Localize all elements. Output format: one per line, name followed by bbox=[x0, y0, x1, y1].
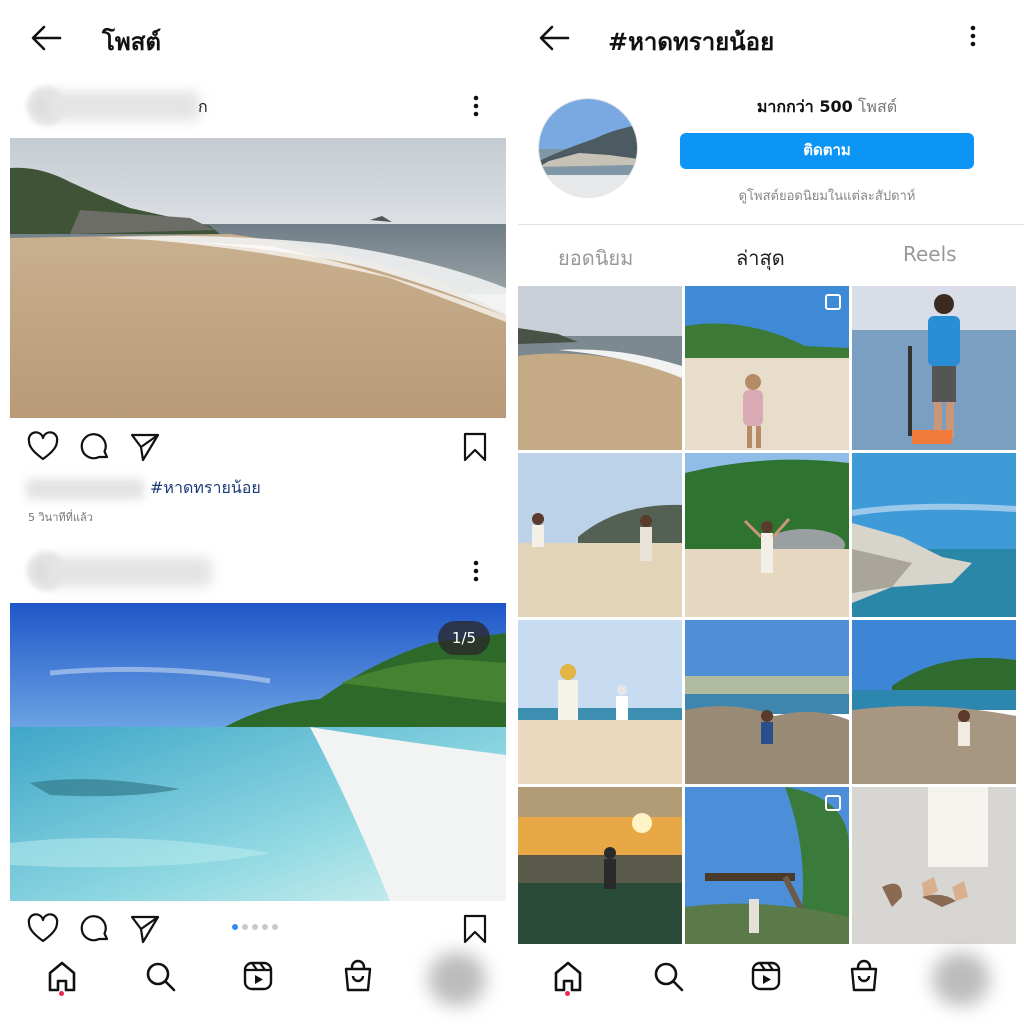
carousel-dot bbox=[232, 924, 238, 930]
comment-icon[interactable] bbox=[78, 430, 112, 464]
bookmark-icon[interactable] bbox=[458, 912, 492, 946]
reels-icon[interactable] bbox=[746, 956, 786, 996]
home-icon[interactable] bbox=[548, 956, 588, 996]
bottom-nav bbox=[512, 944, 1024, 1024]
notification-dot bbox=[59, 991, 64, 996]
share-send-icon[interactable] bbox=[128, 430, 162, 464]
hashtag-title: #หาดทรายน้อย bbox=[608, 28, 775, 56]
grid-photo[interactable] bbox=[852, 286, 1016, 450]
carousel-dot bbox=[262, 924, 268, 930]
grid-photo[interactable] bbox=[518, 787, 682, 951]
post-screen: โพสต์ ก #หาดทรายน้อย 5 วินาทีที่แล้ว 1/5 bbox=[0, 0, 512, 1024]
hashtag-post-count: มากกว่า 500 โพสต์ bbox=[680, 95, 974, 120]
multiple-photos-icon bbox=[825, 795, 841, 811]
grid-photo[interactable] bbox=[685, 286, 849, 450]
multiple-photos-icon bbox=[825, 294, 841, 310]
caption-username-blurred[interactable] bbox=[26, 478, 144, 499]
grid-photo[interactable] bbox=[518, 453, 682, 617]
more-options-icon[interactable] bbox=[466, 94, 486, 120]
more-options-icon[interactable] bbox=[963, 24, 983, 50]
carousel-dot bbox=[242, 924, 248, 930]
post-caption: #หาดทรายน้อย bbox=[26, 476, 261, 501]
grid-photo[interactable] bbox=[518, 286, 682, 450]
more-options-icon[interactable] bbox=[466, 559, 486, 585]
search-icon[interactable] bbox=[140, 956, 180, 996]
comment-icon[interactable] bbox=[78, 912, 112, 946]
post-header bbox=[0, 547, 512, 595]
username-blurred[interactable] bbox=[42, 91, 200, 121]
username-tail: ก bbox=[198, 97, 208, 116]
share-send-icon[interactable] bbox=[128, 912, 162, 946]
post-count-unit: โพสต์ bbox=[857, 97, 898, 116]
shop-icon[interactable] bbox=[338, 956, 378, 996]
grid-photo[interactable] bbox=[685, 453, 849, 617]
grid-photo[interactable] bbox=[685, 787, 849, 951]
tab-top[interactable]: ยอดนิยม bbox=[558, 242, 633, 274]
search-icon[interactable] bbox=[648, 956, 688, 996]
post-count-value: มากกว่า 500 bbox=[756, 97, 853, 116]
follow-note: ดูโพสต์ยอดนิยมในแต่ละสัปดาห์ bbox=[738, 189, 916, 204]
home-icon[interactable] bbox=[42, 956, 82, 996]
carousel-indicator bbox=[232, 924, 278, 930]
top-bar: #หาดทรายน้อย bbox=[512, 0, 1024, 76]
tab-reels[interactable]: Reels bbox=[903, 242, 957, 266]
tab-recent[interactable]: ล่าสุด bbox=[736, 242, 785, 274]
page-title: โพสต์ bbox=[102, 28, 161, 56]
post-header: ก bbox=[0, 82, 512, 130]
grid-photo[interactable] bbox=[685, 620, 849, 784]
back-arrow-icon[interactable] bbox=[536, 22, 572, 54]
grid-photo[interactable] bbox=[852, 620, 1016, 784]
like-heart-icon[interactable] bbox=[26, 430, 60, 464]
profile-avatar[interactable] bbox=[428, 952, 486, 1006]
grid-photo[interactable] bbox=[518, 620, 682, 784]
shop-icon[interactable] bbox=[844, 956, 884, 996]
profile-avatar[interactable] bbox=[932, 952, 990, 1006]
back-arrow-icon[interactable] bbox=[28, 22, 64, 54]
reels-icon[interactable] bbox=[238, 956, 278, 996]
notification-dot bbox=[565, 991, 570, 996]
username-blurred[interactable] bbox=[42, 557, 212, 587]
carousel-counter: 1/5 bbox=[438, 621, 490, 655]
bottom-nav bbox=[0, 944, 512, 1024]
post-photo[interactable] bbox=[10, 138, 506, 418]
post-timestamp: 5 วินาทีที่แล้ว bbox=[28, 511, 93, 524]
caption-hashtag-link[interactable]: #หาดทรายน้อย bbox=[150, 478, 261, 497]
grid-photo[interactable] bbox=[852, 787, 1016, 951]
hashtag-screen: #หาดทรายน้อย มากกว่า 500 โพสต์ ติดตาม ดู… bbox=[512, 0, 1024, 1024]
grid-photo[interactable] bbox=[852, 453, 1016, 617]
divider bbox=[518, 224, 1024, 225]
like-heart-icon[interactable] bbox=[26, 912, 60, 946]
post-photo-carousel[interactable] bbox=[10, 603, 506, 901]
carousel-dot bbox=[252, 924, 258, 930]
carousel-dot bbox=[272, 924, 278, 930]
hashtag-cover-image bbox=[538, 98, 638, 198]
bookmark-icon[interactable] bbox=[458, 430, 492, 464]
top-bar: โพสต์ bbox=[0, 0, 512, 76]
follow-button[interactable]: ติดตาม bbox=[680, 133, 974, 169]
photo-grid bbox=[518, 286, 1018, 951]
